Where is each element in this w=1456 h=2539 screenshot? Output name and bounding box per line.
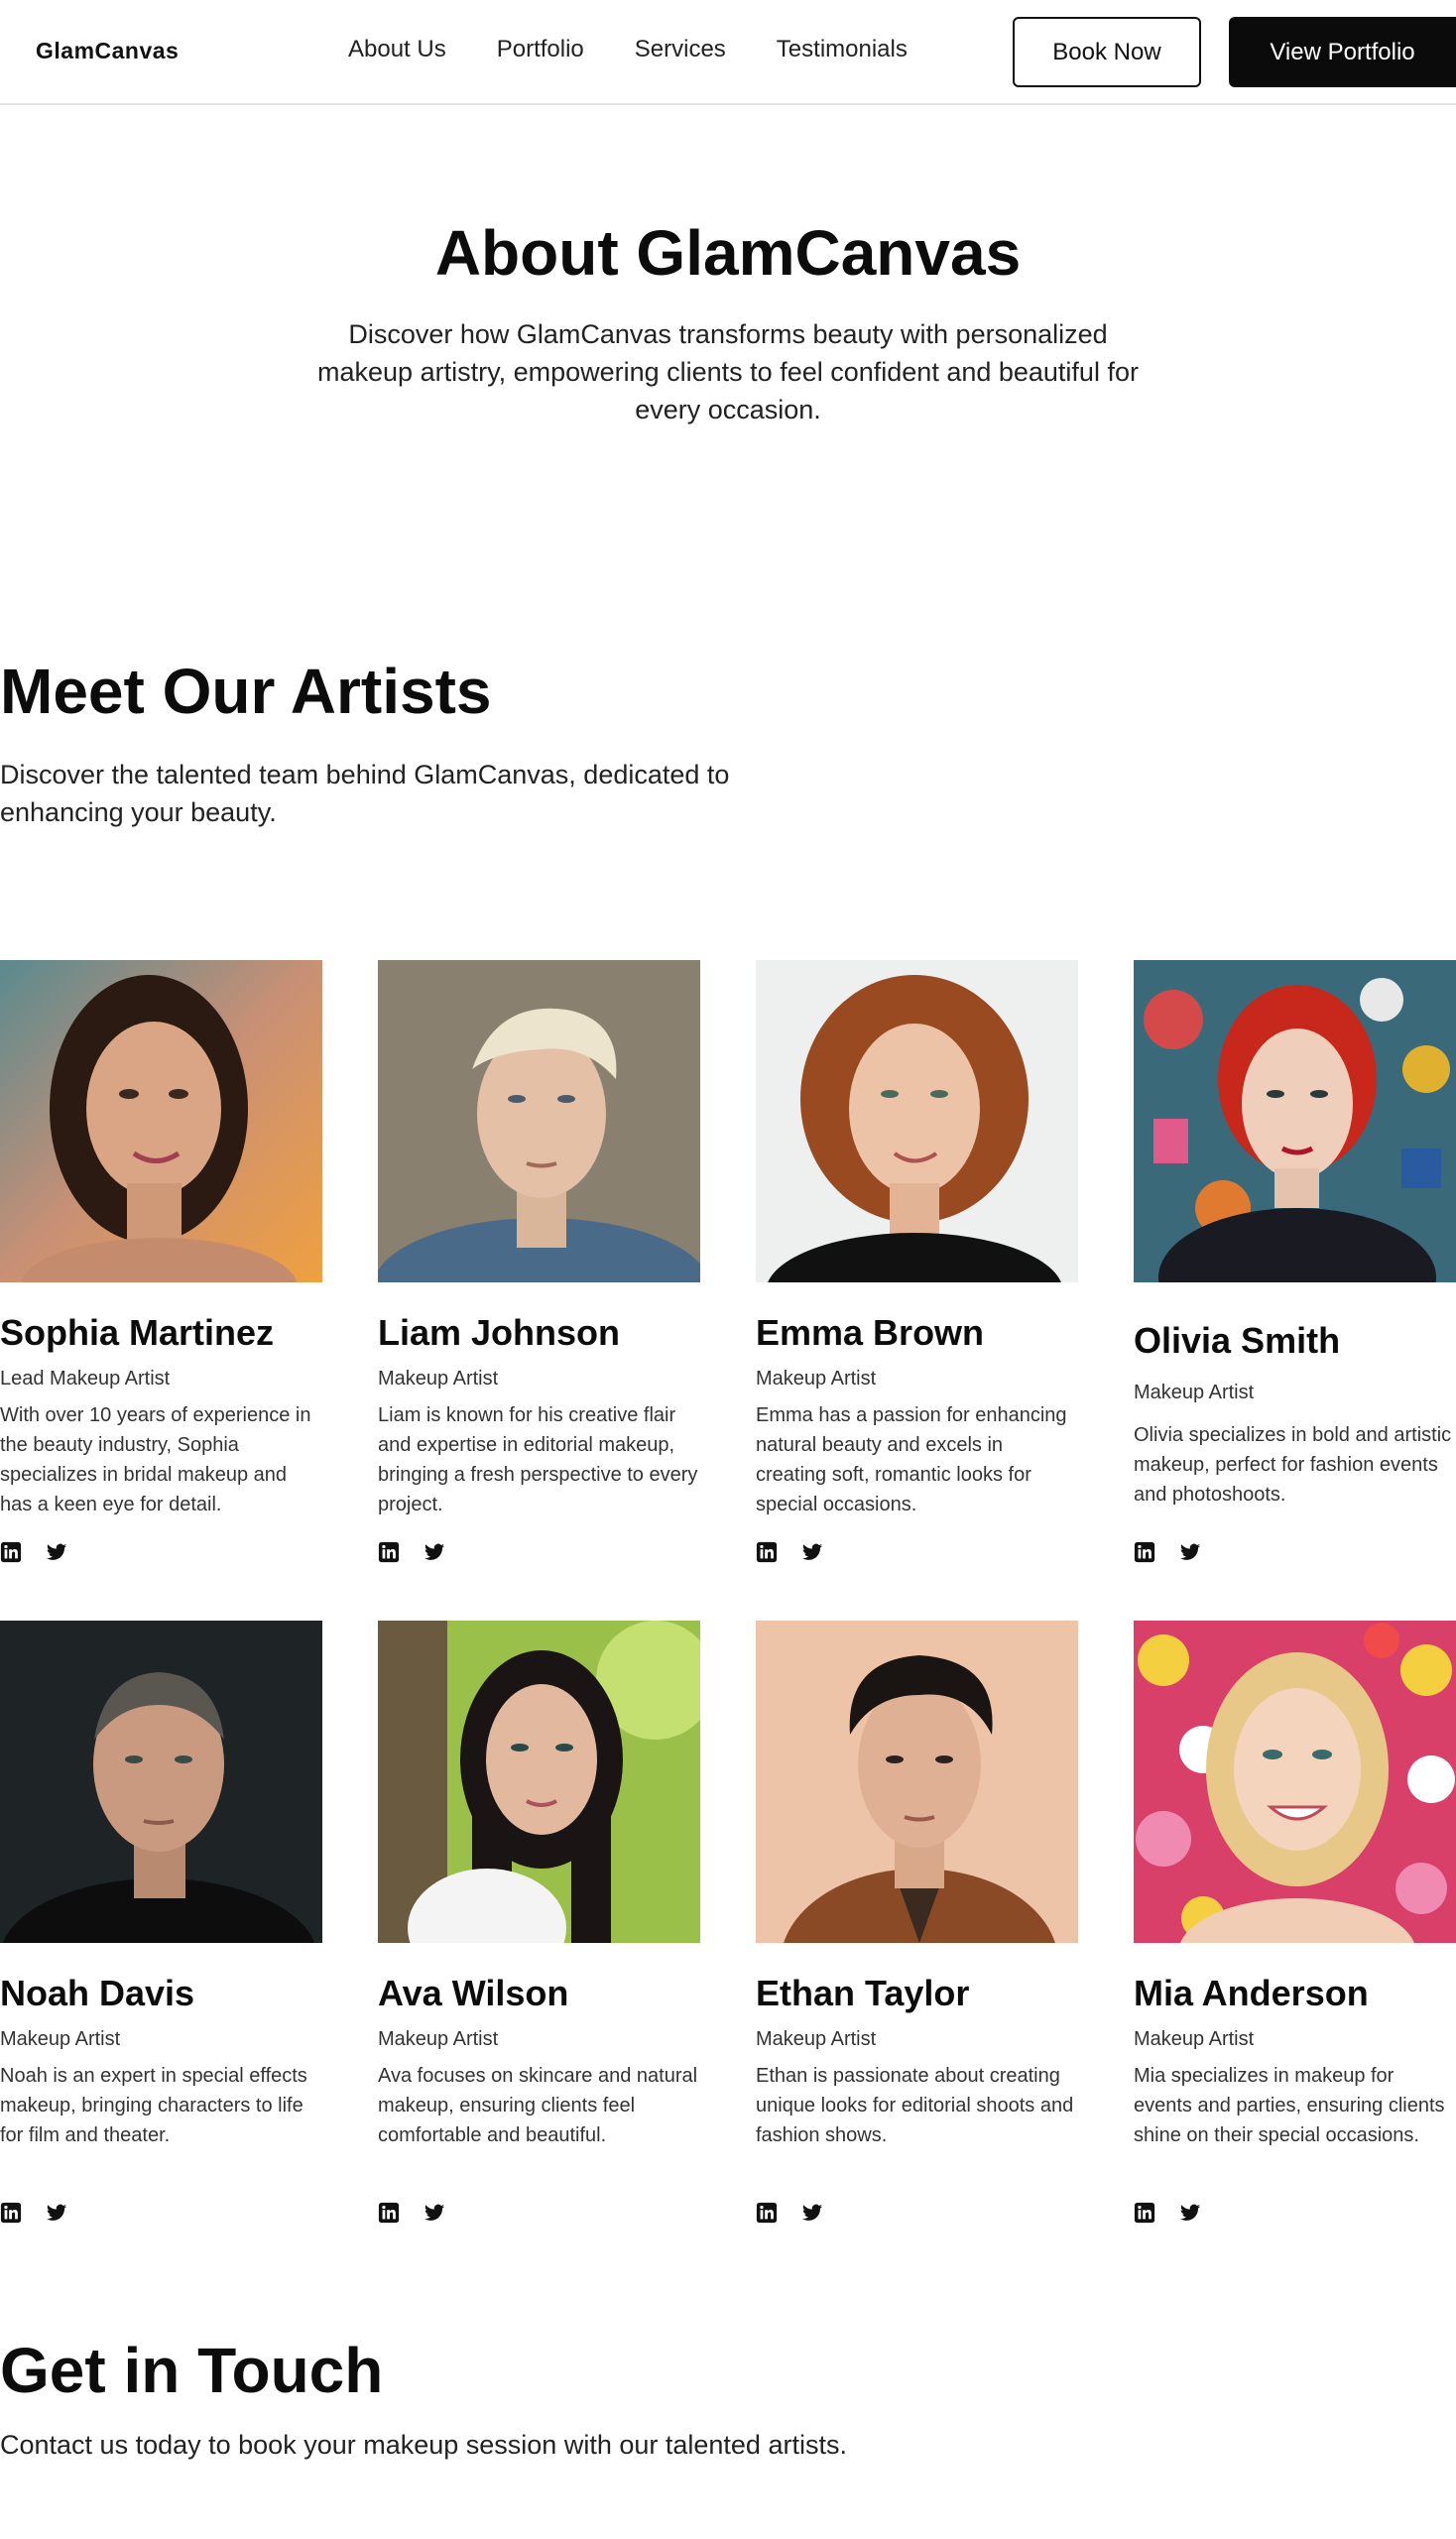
twitter-icon[interactable] [1179, 1541, 1201, 1563]
contact-title: Get in Touch [0, 2335, 384, 2406]
twitter-icon[interactable] [801, 1541, 823, 1563]
artist-photo [378, 960, 700, 1282]
twitter-icon[interactable] [46, 2202, 67, 2224]
contact-subtitle: Contact us today to book your makeup ses… [0, 2430, 847, 2460]
artist-bio: Noah is an expert in special effects mak… [0, 2065, 307, 2146]
artist-name: Ethan Taylor [756, 1973, 970, 2013]
social-links [1134, 2202, 1201, 2224]
social-links [0, 1541, 67, 1563]
artist-name: Mia Anderson [1134, 1973, 1369, 2013]
artist-card: Mia Anderson Makeup Artist Mia specializ… [1134, 1621, 1456, 2150]
twitter-icon[interactable] [1179, 2202, 1201, 2224]
linkedin-icon[interactable] [378, 1541, 400, 1563]
artist-role: Makeup Artist [1134, 1382, 1255, 1403]
social-links [756, 1541, 823, 1563]
linkedin-icon[interactable] [378, 2202, 400, 2224]
artist-role: Makeup Artist [756, 2028, 877, 2050]
book-now-button[interactable]: Book Now [1013, 17, 1201, 87]
twitter-icon[interactable] [46, 1541, 67, 1563]
artist-photo [0, 960, 322, 1282]
artist-card: Olivia Smith Makeup Artist Olivia specia… [1134, 960, 1456, 1510]
nav-links: About Us Portfolio Services Testimonials [348, 36, 958, 63]
social-links [0, 2202, 67, 2224]
linkedin-icon[interactable] [1134, 1541, 1155, 1563]
artist-photo [756, 1621, 1078, 1943]
logo[interactable]: GlamCanvas [36, 38, 179, 64]
artist-role: Makeup Artist [378, 1368, 499, 1390]
artists-section-title: Meet Our Artists [0, 656, 492, 727]
social-links [1134, 1541, 1201, 1563]
artist-name: Sophia Martinez [0, 1312, 275, 1353]
artists-section-subtitle: Discover the talented team behind GlamCa… [0, 760, 730, 827]
artist-bio: With over 10 years of experience in the … [0, 1404, 311, 1515]
artist-name: Noah Davis [0, 1973, 195, 2013]
linkedin-icon[interactable] [756, 2202, 778, 2224]
linkedin-icon[interactable] [0, 1541, 22, 1563]
artist-name: Olivia Smith [1134, 1320, 1341, 1361]
artist-photo [378, 1621, 700, 1943]
artist-photo [756, 960, 1078, 1282]
artist-bio: Mia specializes in makeup for events and… [1134, 2065, 1445, 2146]
twitter-icon[interactable] [424, 1541, 445, 1563]
artist-role: Lead Makeup Artist [0, 1368, 171, 1390]
artist-name: Emma Brown [756, 1312, 985, 1353]
artist-card: Sophia Martinez Lead Makeup Artist With … [0, 960, 322, 1519]
artist-role: Makeup Artist [0, 2028, 121, 2050]
artist-role: Makeup Artist [756, 1368, 877, 1390]
artist-name: Liam Johnson [378, 1312, 621, 1353]
artist-card: Ava Wilson Makeup Artist Ava focuses on … [378, 1621, 700, 2150]
artist-photo [1134, 960, 1456, 1282]
hero-title: About GlamCanvas [434, 217, 1022, 289]
twitter-icon[interactable] [424, 2202, 445, 2224]
social-links [378, 2202, 445, 2224]
artist-photo [0, 1621, 322, 1943]
artist-name: Ava Wilson [378, 1973, 569, 2013]
hero-subtitle: Discover how GlamCanvas transforms beaut… [317, 319, 1139, 424]
artist-bio: Emma has a passion for enhancing natural… [756, 1404, 1067, 1515]
nav-link-testimonials[interactable]: Testimonials [777, 36, 908, 63]
artist-card: Noah Davis Makeup Artist Noah is an expe… [0, 1621, 322, 2150]
artist-bio: Ava focuses on skincare and natural make… [378, 2065, 698, 2146]
artist-bio: Olivia specializes in bold and artistic … [1134, 1424, 1452, 1506]
artist-photo [1134, 1621, 1456, 1943]
nav-link-about-us[interactable]: About Us [348, 36, 446, 63]
artist-card: Liam Johnson Makeup Artist Liam is known… [378, 960, 700, 1519]
nav-link-portfolio[interactable]: Portfolio [497, 36, 584, 63]
nav-link-services[interactable]: Services [635, 36, 726, 63]
twitter-icon[interactable] [801, 2202, 823, 2224]
artist-role: Makeup Artist [378, 2028, 499, 2050]
social-links [756, 2202, 823, 2224]
top-navbar: GlamCanvas About Us Portfolio Services T… [0, 0, 1456, 105]
linkedin-icon[interactable] [1134, 2202, 1155, 2224]
social-links [378, 1541, 445, 1563]
linkedin-icon[interactable] [756, 1541, 778, 1563]
artist-card: Ethan Taylor Makeup Artist Ethan is pass… [756, 1621, 1078, 2150]
artist-bio: Liam is known for his creative flair and… [378, 1404, 698, 1515]
linkedin-icon[interactable] [0, 2202, 22, 2224]
artist-role: Makeup Artist [1134, 2028, 1255, 2050]
view-portfolio-button[interactable]: View Portfolio [1229, 17, 1456, 87]
artist-card: Emma Brown Makeup Artist Emma has a pass… [756, 960, 1078, 1519]
artist-bio: Ethan is passionate about creating uniqu… [756, 2065, 1074, 2146]
